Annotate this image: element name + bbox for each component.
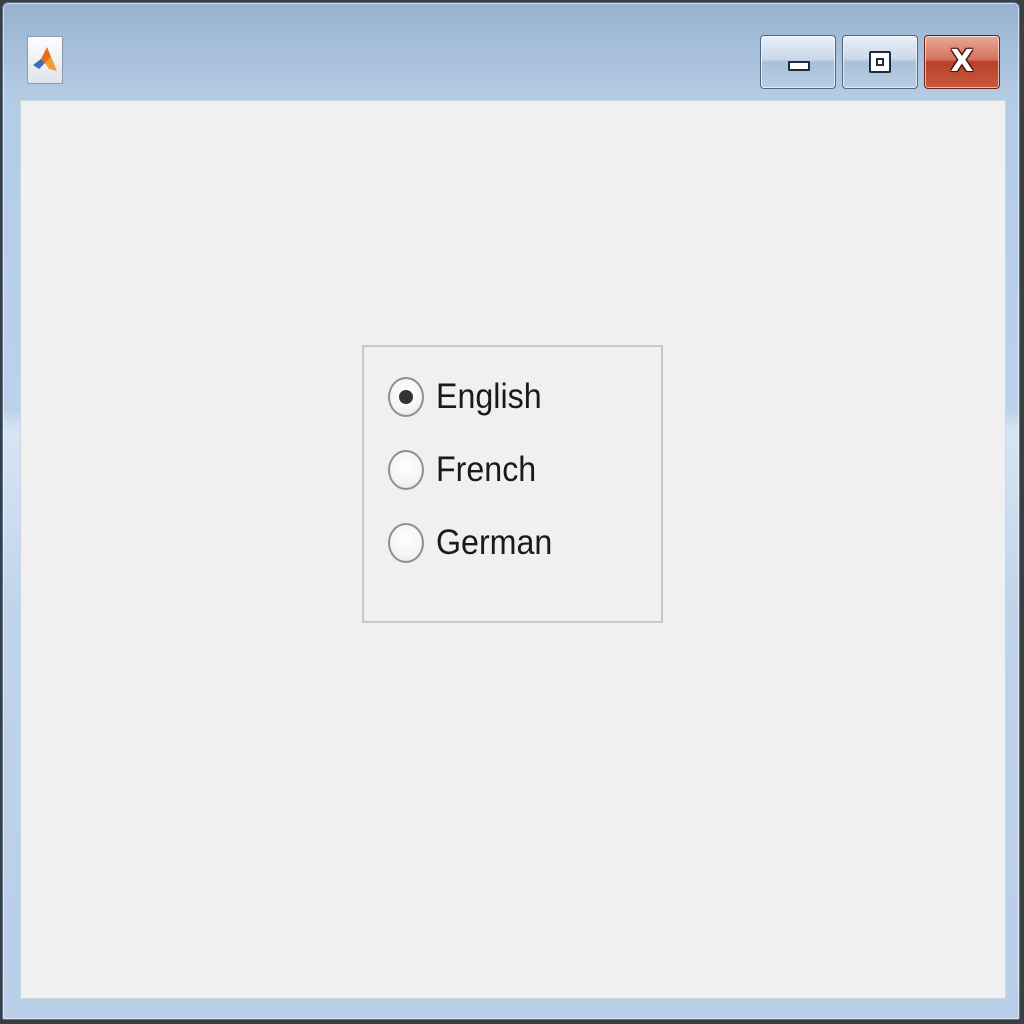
- maximize-button[interactable]: [842, 35, 918, 89]
- radio-button-icon[interactable]: [388, 523, 424, 563]
- radio-label: French: [436, 450, 537, 489]
- radio-german[interactable]: German: [388, 519, 648, 567]
- close-button[interactable]: X: [924, 35, 1000, 89]
- radio-label: German: [436, 523, 553, 562]
- minimize-button[interactable]: [760, 35, 836, 89]
- figure-client-area: English French German: [20, 100, 1006, 999]
- radio-button-icon[interactable]: [388, 377, 424, 417]
- radio-selected-dot-icon: [399, 390, 413, 404]
- title-bar[interactable]: X: [3, 3, 1019, 99]
- close-icon: X: [950, 44, 974, 79]
- app-window: X English French German: [2, 2, 1020, 1020]
- maximize-icon: [869, 51, 891, 73]
- matlab-icon[interactable]: [27, 36, 63, 84]
- radio-english[interactable]: English: [388, 373, 648, 421]
- radio-button-icon[interactable]: [388, 450, 424, 490]
- radio-french[interactable]: French: [388, 446, 648, 494]
- language-button-group: English French German: [362, 345, 663, 623]
- radio-label: English: [436, 377, 542, 416]
- minimize-icon: [788, 61, 810, 71]
